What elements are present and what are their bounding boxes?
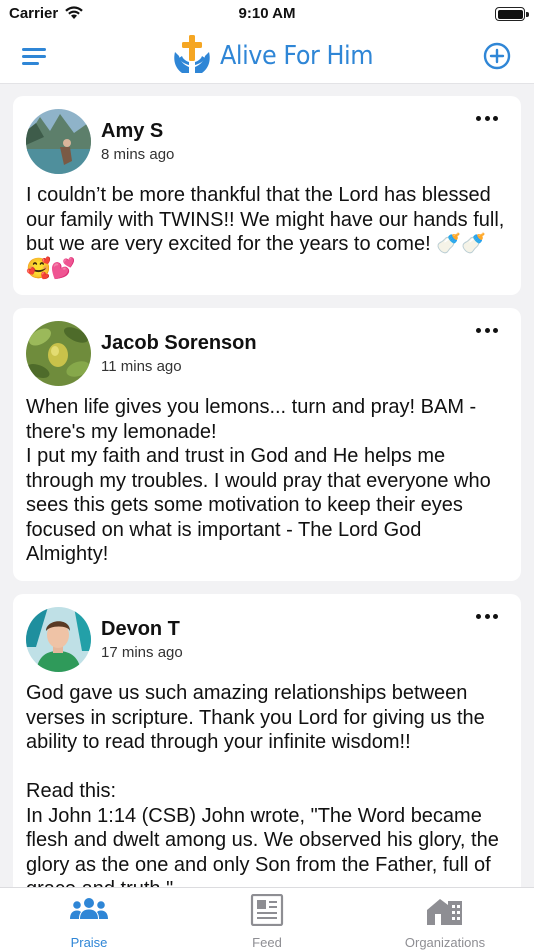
post-body: I couldn’t be more thankful that the Lor… <box>26 184 510 280</box>
praying-hands-cross-icon <box>174 35 210 73</box>
tab-label: Feed <box>252 935 282 950</box>
tab-label: Organizations <box>404 935 486 950</box>
avatar[interactable] <box>26 109 91 174</box>
clock: 9:10 AM <box>238 5 296 22</box>
post-time: 17 mins ago <box>101 644 183 661</box>
app-logo: Alive For Him <box>172 30 386 82</box>
avatar[interactable] <box>26 321 91 386</box>
praise-feed[interactable]: Amy S 8 mins ago I couldn’t be more than… <box>0 84 534 887</box>
tab-bar: Praise Feed Organizations <box>0 887 534 950</box>
post-card[interactable]: Devon T 17 mins ago God gave us such ama… <box>13 594 521 887</box>
app-name: Alive For Him <box>220 41 374 71</box>
post-body: When life gives you lemons... turn and p… <box>26 396 491 565</box>
post-author[interactable]: Jacob Sorenson <box>101 332 257 355</box>
post-card[interactable]: Amy S 8 mins ago I couldn’t be more than… <box>13 96 521 295</box>
plus-circle-icon[interactable] <box>483 42 511 70</box>
battery-icon <box>495 7 529 21</box>
newspaper-icon <box>250 894 284 926</box>
post-author[interactable]: Devon T <box>101 618 180 641</box>
post-card[interactable]: Jacob Sorenson 11 mins ago When life giv… <box>13 308 521 581</box>
tab-organizations[interactable]: Organizations <box>380 888 510 950</box>
more-options-icon[interactable] <box>476 326 498 336</box>
hamburger-menu-icon[interactable] <box>22 45 48 67</box>
tab-feed[interactable]: Feed <box>202 888 332 950</box>
post-author[interactable]: Amy S <box>101 120 163 143</box>
post-time: 8 mins ago <box>101 146 175 163</box>
more-options-icon[interactable] <box>476 114 498 124</box>
tab-label: Praise <box>70 935 108 950</box>
more-options-icon[interactable] <box>476 612 498 622</box>
post-time: 11 mins ago <box>101 358 182 375</box>
building-icon <box>427 899 462 925</box>
status-bar: Carrier 9:10 AM <box>0 0 534 30</box>
people-group-icon <box>70 898 108 919</box>
avatar[interactable] <box>26 607 91 672</box>
post-body: God gave us such amazing relationships b… <box>26 682 499 887</box>
nav-bar: Alive For Him <box>0 30 534 84</box>
tab-praise[interactable]: Praise <box>24 888 154 950</box>
